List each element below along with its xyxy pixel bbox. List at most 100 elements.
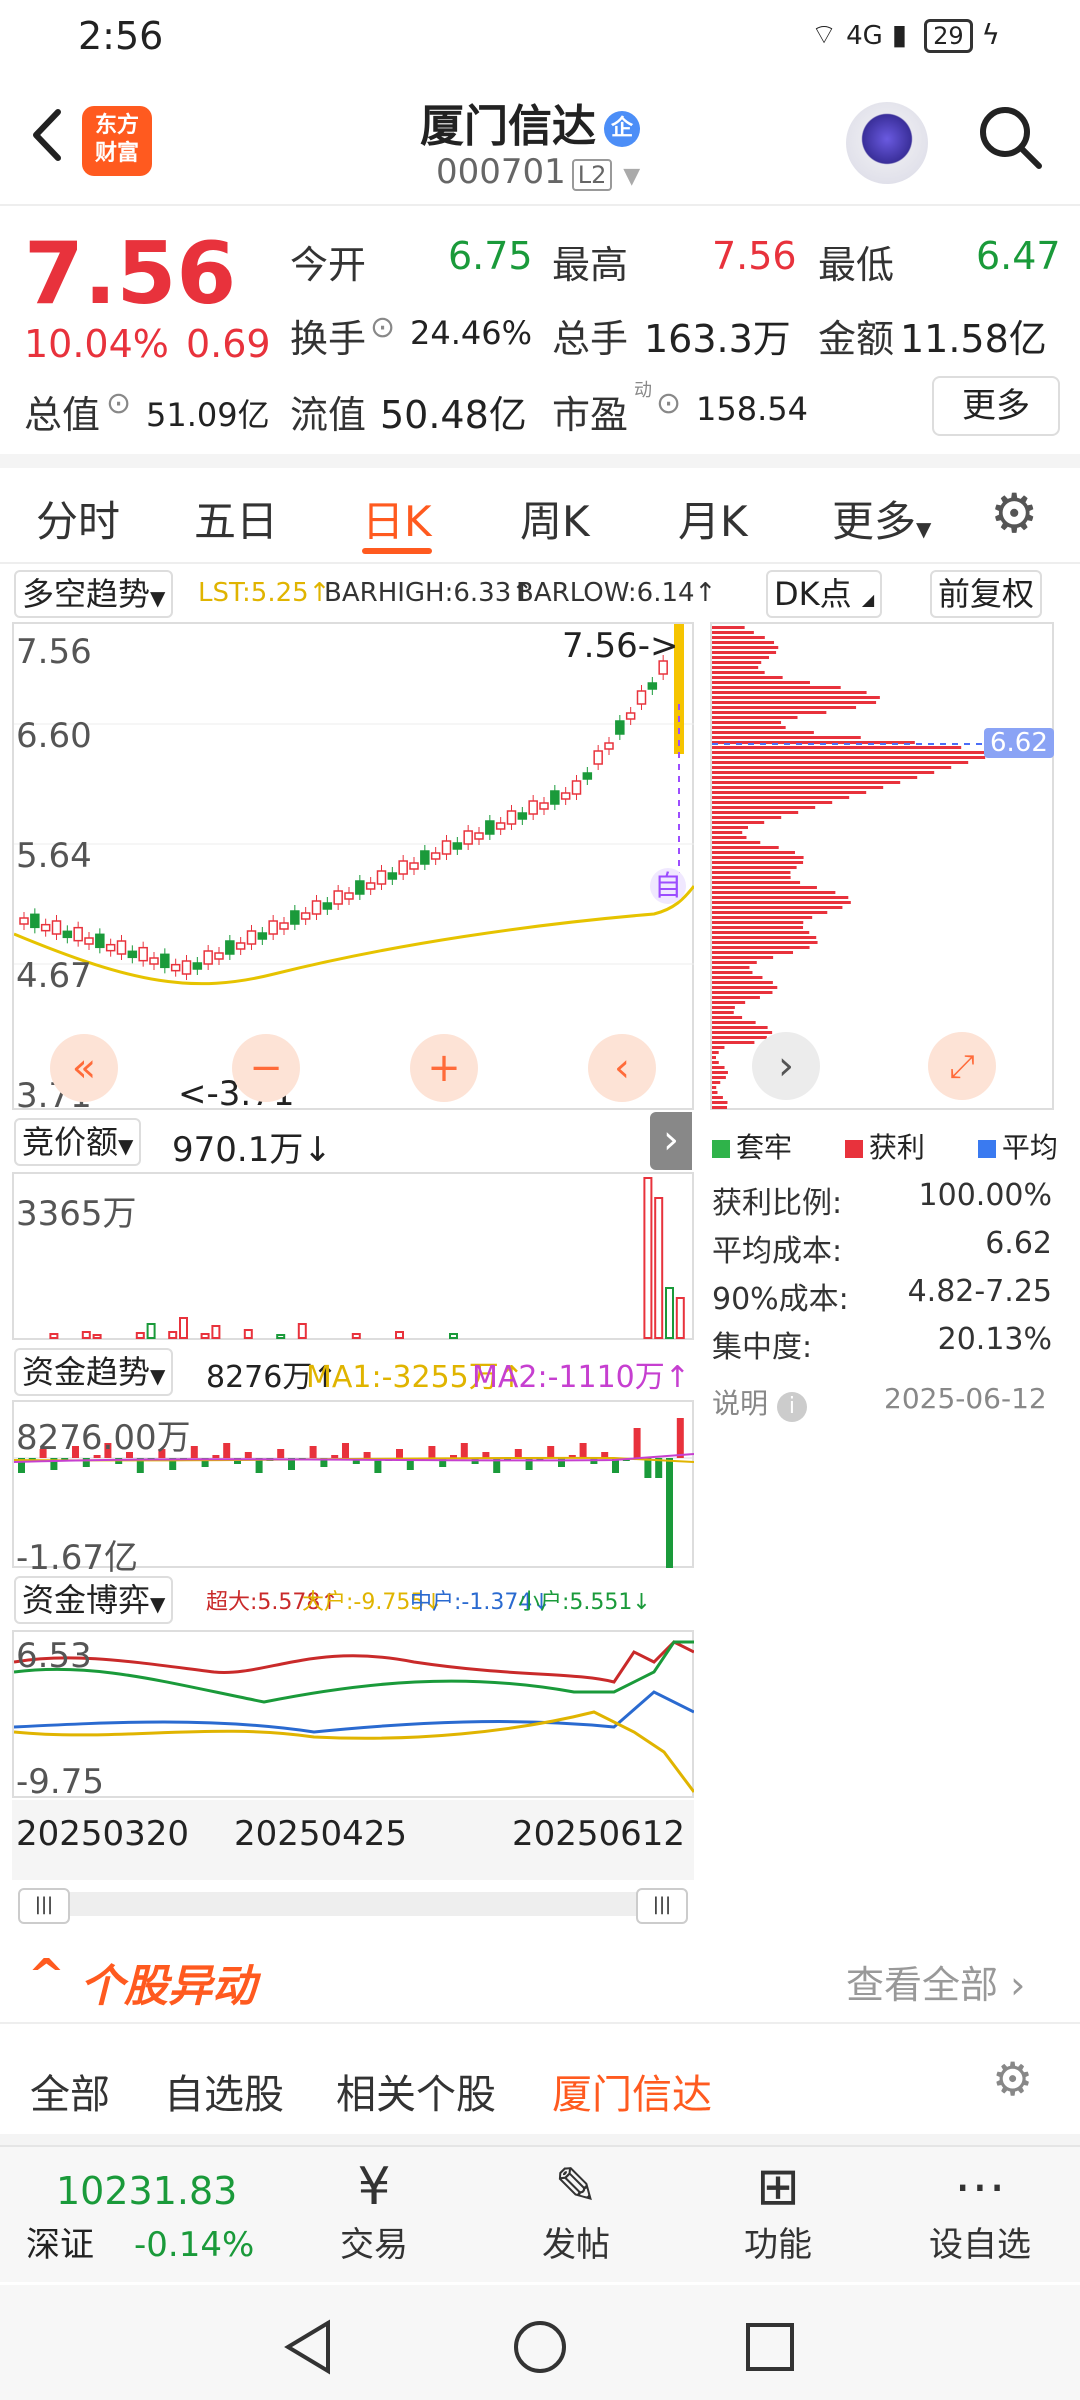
tab-five-day[interactable]: 五日 — [194, 488, 278, 549]
tab-more[interactable]: 更多▼ — [832, 488, 931, 549]
nav-recents-icon[interactable] — [740, 2317, 800, 2377]
gear-icon[interactable]: ⚙ — [990, 482, 1038, 545]
expand-icon[interactable]: ⤢ — [928, 1032, 996, 1100]
note-link[interactable]: 说明 i — [712, 1382, 807, 1422]
info-icon[interactable]: ⊙ — [370, 310, 395, 345]
tab-monthly-k[interactable]: 月K — [678, 488, 748, 549]
scroll-left-button[interactable]: ‹ — [588, 1034, 656, 1102]
chip-bar — [712, 1001, 746, 1004]
app-logo[interactable]: 东方 财富 — [82, 106, 152, 176]
chip-bar — [712, 636, 765, 639]
chip-bar — [712, 966, 750, 969]
candle-body — [560, 792, 571, 800]
logo-text-2: 财富 — [94, 141, 139, 166]
chip-bar — [712, 961, 757, 964]
fund-game-select[interactable]: 资金博弈▼ — [14, 1576, 174, 1624]
auction-bar — [395, 1331, 404, 1339]
candle-body — [40, 923, 51, 932]
trade-label: 交易 — [340, 2225, 408, 2265]
low-label: 最低 — [818, 243, 895, 287]
date-middle: 20250425 — [234, 1814, 408, 1854]
legend-average-label: 平均 — [1001, 1131, 1058, 1164]
chip-bar — [712, 916, 813, 919]
tab-related[interactable]: 相关个股 — [336, 2062, 496, 2120]
indicator-select[interactable]: 多空趋势▼ — [14, 570, 174, 618]
nav-back-icon[interactable] — [280, 2317, 340, 2377]
info-icon[interactable]: ⊙ — [656, 386, 681, 421]
chip-bar — [712, 826, 749, 829]
search-button[interactable] — [975, 102, 1045, 172]
volume-value: 163.3万 — [644, 317, 791, 361]
chip-bar — [712, 751, 987, 754]
chip-next-button[interactable]: › — [752, 1032, 820, 1100]
candle-body — [495, 822, 506, 830]
chip-bar — [712, 1106, 728, 1109]
fund-bar — [676, 1418, 684, 1458]
tab-intraday[interactable]: 分时 — [36, 488, 120, 549]
chip-bar — [712, 776, 918, 779]
nav-home-icon[interactable] — [510, 2317, 570, 2377]
stock-code[interactable]: 000701 L2 ▼ — [436, 152, 640, 192]
stock-header: 东方 财富 厦门信达企 000701 L2 ▼ — [0, 72, 1080, 206]
auction-y-top: 3365万 — [16, 1194, 137, 1234]
scroll-left-fast-button[interactable]: « — [50, 1034, 118, 1102]
tab-daily-k[interactable]: 日K — [362, 488, 432, 549]
auction-bar — [168, 1331, 178, 1339]
view-all-link[interactable]: 查看全部 › — [846, 1954, 1025, 2009]
post-button[interactable]: ✎ 发帖 — [496, 2157, 656, 2266]
auto-mark[interactable]: 自 — [650, 868, 686, 904]
kline-chart[interactable]: 7.56 6.60 5.64 4.67 3.71 7.56-> <-3.71 自… — [12, 622, 694, 1116]
expand-panel-button[interactable]: › — [650, 1112, 692, 1170]
zoom-out-button[interactable]: − — [232, 1034, 300, 1102]
charging-icon: ϟ — [981, 18, 1000, 51]
gear-icon[interactable]: ⚙ — [992, 2052, 1033, 2106]
chip-bar — [712, 1011, 734, 1014]
auction-chart[interactable]: 3365万 — [12, 1172, 694, 1340]
barhigh-value: BARHIGH:6.33↑ — [324, 578, 534, 608]
candle-body — [138, 946, 148, 962]
auction-bar — [297, 1323, 307, 1339]
y-axis-2: 6.60 — [16, 716, 92, 756]
grid-icon: ⊞ — [756, 2157, 800, 2217]
add-watchlist-button[interactable]: ⋯ 设自选 — [900, 2157, 1060, 2266]
chip-bar — [712, 761, 969, 764]
chip-bar — [712, 1031, 773, 1034]
tab-all[interactable]: 全部 — [30, 2062, 110, 2120]
trade-button[interactable]: ¥ 交易 — [294, 2157, 454, 2266]
range-handle-left[interactable]: ||| — [18, 1888, 70, 1924]
dk-point-button[interactable]: DK点 ◢ — [766, 570, 883, 618]
range-scrollbar[interactable]: ||| ||| — [18, 1888, 688, 1924]
chip-distribution[interactable]: 6.62 › ⤢ — [710, 622, 1054, 1110]
tab-weekly-k[interactable]: 周K — [520, 488, 590, 549]
collapse-icon[interactable]: ^ — [28, 1950, 65, 2001]
adjust-button[interactable]: 前复权 — [930, 570, 1043, 618]
fund-game-chart[interactable]: 6.53 -9.75 — [12, 1630, 694, 1802]
candle-body — [582, 772, 593, 780]
candle-body — [279, 922, 289, 930]
info-icon[interactable]: ⊙ — [106, 386, 131, 421]
back-button[interactable] — [24, 100, 74, 170]
tab-watchlist[interactable]: 自选股 — [164, 2062, 284, 2120]
fund-bar — [331, 1455, 339, 1458]
fund-bar — [190, 1446, 198, 1458]
function-button[interactable]: ⊞ 功能 — [698, 2157, 858, 2266]
chip-bar — [712, 686, 841, 689]
stat-row: 平均成本: 6.62 — [712, 1226, 1052, 1274]
legend-trapped: 套牢 — [712, 1131, 792, 1164]
assistant-robot-icon[interactable] — [846, 102, 928, 184]
auction-select[interactable]: 竞价额▼ — [14, 1118, 142, 1166]
candle-body — [550, 790, 560, 805]
stat-label: 集中度: — [712, 1330, 813, 1365]
chip-bar — [712, 766, 952, 769]
tab-more-label: 更多 — [832, 497, 917, 546]
fund-trend-select[interactable]: 资金趋势▼ — [14, 1348, 174, 1396]
fund-trend-chart[interactable]: 8276.00万 -1.67亿 — [12, 1400, 694, 1578]
auction-bar — [135, 1332, 145, 1339]
range-handle-right[interactable]: ||| — [636, 1888, 688, 1924]
chip-bar — [712, 836, 747, 839]
more-button[interactable]: 更多 — [932, 376, 1060, 436]
chip-bar — [712, 931, 810, 934]
index-ticker[interactable]: 10231.83 深证 -0.14% — [26, 2169, 286, 2266]
zoom-in-button[interactable]: + — [410, 1034, 478, 1102]
tab-this-stock[interactable]: 厦门信达 — [552, 2062, 712, 2120]
